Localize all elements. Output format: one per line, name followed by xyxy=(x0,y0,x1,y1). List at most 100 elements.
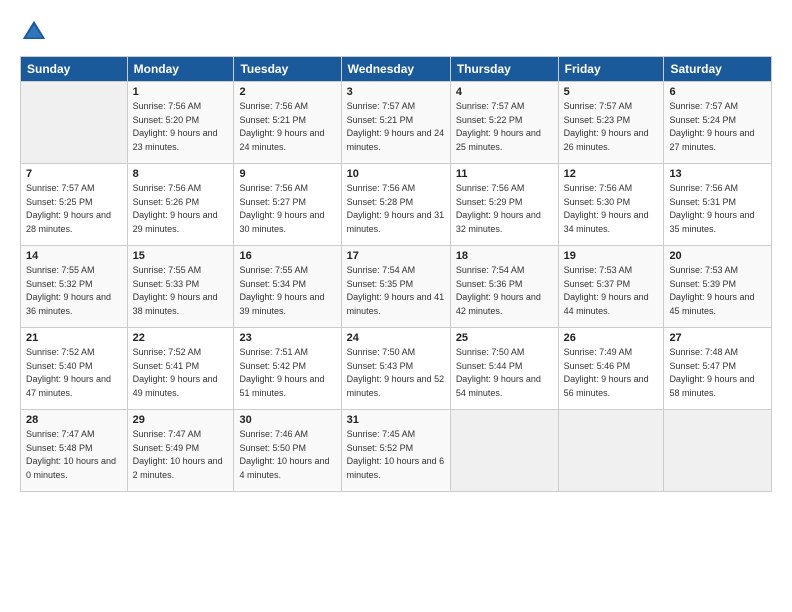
day-number: 17 xyxy=(347,250,445,262)
day-number: 18 xyxy=(456,250,553,262)
week-row: 14 Sunrise: 7:55 AM Sunset: 5:32 PM Dayl… xyxy=(21,246,772,328)
day-info: Sunrise: 7:47 AM Sunset: 5:49 PM Dayligh… xyxy=(133,428,229,482)
day-cell xyxy=(450,410,558,492)
logo xyxy=(20,18,50,46)
calendar-body: 1 Sunrise: 7:56 AM Sunset: 5:20 PM Dayli… xyxy=(21,82,772,492)
day-number: 7 xyxy=(26,168,122,180)
day-number: 6 xyxy=(669,86,766,98)
day-cell: 16 Sunrise: 7:55 AM Sunset: 5:34 PM Dayl… xyxy=(234,246,341,328)
day-number: 20 xyxy=(669,250,766,262)
day-info: Sunrise: 7:57 AM Sunset: 5:21 PM Dayligh… xyxy=(347,100,445,154)
day-header-thursday: Thursday xyxy=(450,57,558,82)
day-info: Sunrise: 7:56 AM Sunset: 5:27 PM Dayligh… xyxy=(239,182,335,236)
day-header-saturday: Saturday xyxy=(664,57,772,82)
day-number: 3 xyxy=(347,86,445,98)
day-info: Sunrise: 7:57 AM Sunset: 5:25 PM Dayligh… xyxy=(26,182,122,236)
day-cell: 21 Sunrise: 7:52 AM Sunset: 5:40 PM Dayl… xyxy=(21,328,128,410)
day-cell: 18 Sunrise: 7:54 AM Sunset: 5:36 PM Dayl… xyxy=(450,246,558,328)
day-cell: 25 Sunrise: 7:50 AM Sunset: 5:44 PM Dayl… xyxy=(450,328,558,410)
day-cell: 20 Sunrise: 7:53 AM Sunset: 5:39 PM Dayl… xyxy=(664,246,772,328)
day-info: Sunrise: 7:46 AM Sunset: 5:50 PM Dayligh… xyxy=(239,428,335,482)
day-info: Sunrise: 7:50 AM Sunset: 5:43 PM Dayligh… xyxy=(347,346,445,400)
week-row: 7 Sunrise: 7:57 AM Sunset: 5:25 PM Dayli… xyxy=(21,164,772,246)
day-info: Sunrise: 7:55 AM Sunset: 5:34 PM Dayligh… xyxy=(239,264,335,318)
day-cell: 7 Sunrise: 7:57 AM Sunset: 5:25 PM Dayli… xyxy=(21,164,128,246)
day-info: Sunrise: 7:54 AM Sunset: 5:36 PM Dayligh… xyxy=(456,264,553,318)
day-number: 15 xyxy=(133,250,229,262)
day-number: 14 xyxy=(26,250,122,262)
day-info: Sunrise: 7:57 AM Sunset: 5:22 PM Dayligh… xyxy=(456,100,553,154)
day-number: 21 xyxy=(26,332,122,344)
day-info: Sunrise: 7:54 AM Sunset: 5:35 PM Dayligh… xyxy=(347,264,445,318)
day-cell: 10 Sunrise: 7:56 AM Sunset: 5:28 PM Dayl… xyxy=(341,164,450,246)
day-cell: 13 Sunrise: 7:56 AM Sunset: 5:31 PM Dayl… xyxy=(664,164,772,246)
day-cell: 6 Sunrise: 7:57 AM Sunset: 5:24 PM Dayli… xyxy=(664,82,772,164)
day-number: 24 xyxy=(347,332,445,344)
day-number: 5 xyxy=(564,86,659,98)
day-info: Sunrise: 7:56 AM Sunset: 5:21 PM Dayligh… xyxy=(239,100,335,154)
day-header-sunday: Sunday xyxy=(21,57,128,82)
day-info: Sunrise: 7:56 AM Sunset: 5:28 PM Dayligh… xyxy=(347,182,445,236)
day-cell: 26 Sunrise: 7:49 AM Sunset: 5:46 PM Dayl… xyxy=(558,328,664,410)
day-info: Sunrise: 7:56 AM Sunset: 5:20 PM Dayligh… xyxy=(133,100,229,154)
day-cell: 30 Sunrise: 7:46 AM Sunset: 5:50 PM Dayl… xyxy=(234,410,341,492)
day-info: Sunrise: 7:52 AM Sunset: 5:41 PM Dayligh… xyxy=(133,346,229,400)
day-cell: 2 Sunrise: 7:56 AM Sunset: 5:21 PM Dayli… xyxy=(234,82,341,164)
day-info: Sunrise: 7:56 AM Sunset: 5:31 PM Dayligh… xyxy=(669,182,766,236)
day-cell xyxy=(664,410,772,492)
day-cell: 27 Sunrise: 7:48 AM Sunset: 5:47 PM Dayl… xyxy=(664,328,772,410)
day-number: 1 xyxy=(133,86,229,98)
day-info: Sunrise: 7:48 AM Sunset: 5:47 PM Dayligh… xyxy=(669,346,766,400)
day-number: 27 xyxy=(669,332,766,344)
day-number: 10 xyxy=(347,168,445,180)
day-number: 19 xyxy=(564,250,659,262)
day-cell: 28 Sunrise: 7:47 AM Sunset: 5:48 PM Dayl… xyxy=(21,410,128,492)
day-number: 8 xyxy=(133,168,229,180)
day-info: Sunrise: 7:56 AM Sunset: 5:29 PM Dayligh… xyxy=(456,182,553,236)
day-info: Sunrise: 7:57 AM Sunset: 5:24 PM Dayligh… xyxy=(669,100,766,154)
day-info: Sunrise: 7:55 AM Sunset: 5:32 PM Dayligh… xyxy=(26,264,122,318)
day-info: Sunrise: 7:47 AM Sunset: 5:48 PM Dayligh… xyxy=(26,428,122,482)
week-row: 28 Sunrise: 7:47 AM Sunset: 5:48 PM Dayl… xyxy=(21,410,772,492)
week-row: 1 Sunrise: 7:56 AM Sunset: 5:20 PM Dayli… xyxy=(21,82,772,164)
day-number: 26 xyxy=(564,332,659,344)
day-number: 2 xyxy=(239,86,335,98)
day-info: Sunrise: 7:50 AM Sunset: 5:44 PM Dayligh… xyxy=(456,346,553,400)
day-info: Sunrise: 7:56 AM Sunset: 5:30 PM Dayligh… xyxy=(564,182,659,236)
day-number: 13 xyxy=(669,168,766,180)
day-number: 22 xyxy=(133,332,229,344)
day-cell: 24 Sunrise: 7:50 AM Sunset: 5:43 PM Dayl… xyxy=(341,328,450,410)
day-number: 25 xyxy=(456,332,553,344)
day-info: Sunrise: 7:56 AM Sunset: 5:26 PM Dayligh… xyxy=(133,182,229,236)
day-number: 31 xyxy=(347,414,445,426)
day-number: 30 xyxy=(239,414,335,426)
day-number: 29 xyxy=(133,414,229,426)
day-number: 28 xyxy=(26,414,122,426)
day-info: Sunrise: 7:57 AM Sunset: 5:23 PM Dayligh… xyxy=(564,100,659,154)
day-number: 11 xyxy=(456,168,553,180)
day-cell: 19 Sunrise: 7:53 AM Sunset: 5:37 PM Dayl… xyxy=(558,246,664,328)
day-number: 12 xyxy=(564,168,659,180)
day-header-friday: Friday xyxy=(558,57,664,82)
day-cell: 14 Sunrise: 7:55 AM Sunset: 5:32 PM Dayl… xyxy=(21,246,128,328)
day-header-monday: Monday xyxy=(127,57,234,82)
week-row: 21 Sunrise: 7:52 AM Sunset: 5:40 PM Dayl… xyxy=(21,328,772,410)
day-cell: 3 Sunrise: 7:57 AM Sunset: 5:21 PM Dayli… xyxy=(341,82,450,164)
calendar: SundayMondayTuesdayWednesdayThursdayFrid… xyxy=(20,56,772,492)
page: SundayMondayTuesdayWednesdayThursdayFrid… xyxy=(0,0,792,612)
day-cell: 15 Sunrise: 7:55 AM Sunset: 5:33 PM Dayl… xyxy=(127,246,234,328)
day-cell: 22 Sunrise: 7:52 AM Sunset: 5:41 PM Dayl… xyxy=(127,328,234,410)
day-cell: 9 Sunrise: 7:56 AM Sunset: 5:27 PM Dayli… xyxy=(234,164,341,246)
day-cell: 29 Sunrise: 7:47 AM Sunset: 5:49 PM Dayl… xyxy=(127,410,234,492)
day-cell: 4 Sunrise: 7:57 AM Sunset: 5:22 PM Dayli… xyxy=(450,82,558,164)
day-info: Sunrise: 7:51 AM Sunset: 5:42 PM Dayligh… xyxy=(239,346,335,400)
day-cell xyxy=(558,410,664,492)
day-cell: 31 Sunrise: 7:45 AM Sunset: 5:52 PM Dayl… xyxy=(341,410,450,492)
day-info: Sunrise: 7:53 AM Sunset: 5:39 PM Dayligh… xyxy=(669,264,766,318)
day-cell: 17 Sunrise: 7:54 AM Sunset: 5:35 PM Dayl… xyxy=(341,246,450,328)
day-info: Sunrise: 7:49 AM Sunset: 5:46 PM Dayligh… xyxy=(564,346,659,400)
day-number: 16 xyxy=(239,250,335,262)
day-cell xyxy=(21,82,128,164)
day-number: 23 xyxy=(239,332,335,344)
day-info: Sunrise: 7:55 AM Sunset: 5:33 PM Dayligh… xyxy=(133,264,229,318)
